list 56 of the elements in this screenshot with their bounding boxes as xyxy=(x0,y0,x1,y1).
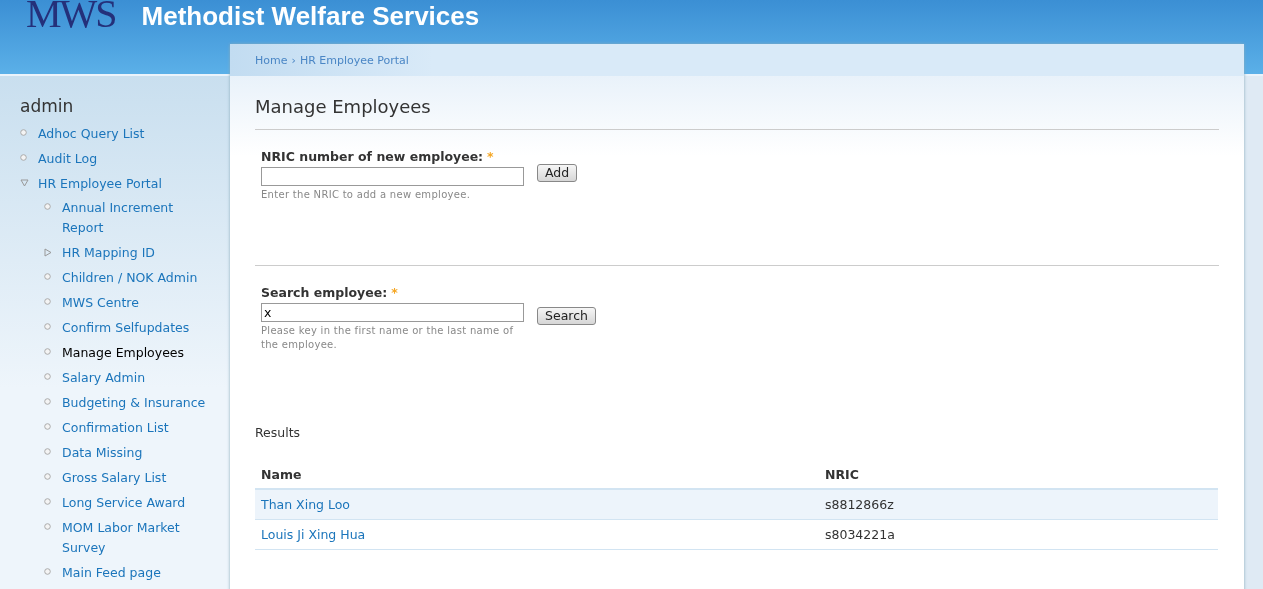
sidebar-link[interactable]: Long Service Award xyxy=(62,493,212,513)
bullet-icon xyxy=(44,523,51,530)
sidebar-link[interactable]: Audit Log xyxy=(38,149,188,169)
expanded-triangle-icon[interactable] xyxy=(20,179,29,187)
sidebar-link[interactable]: Budgeting & Insurance xyxy=(62,393,212,413)
sidebar-link[interactable]: Confirm Selfupdates xyxy=(62,318,212,338)
site-title: Methodist Welfare Services xyxy=(141,1,480,32)
employee-link[interactable]: Than Xing Loo xyxy=(261,497,351,512)
breadcrumb-link[interactable]: Home xyxy=(255,53,288,67)
sidebar-link[interactable]: Children / NOK Admin xyxy=(62,268,212,288)
bullet-icon xyxy=(44,323,51,330)
breadcrumb-separator: › xyxy=(291,53,296,67)
table-cell: s8812866z xyxy=(819,489,1218,520)
sidebar-link[interactable]: HR Mapping ID xyxy=(62,243,212,263)
sidebar-link[interactable]: Gross Salary List xyxy=(62,468,212,488)
bullet-icon xyxy=(44,203,51,210)
bullet-icon xyxy=(44,473,51,480)
bullet-icon xyxy=(44,498,51,505)
input-field[interactable]: x xyxy=(261,303,524,322)
sidebar-link[interactable]: MWS Centre xyxy=(62,293,212,313)
bullet-icon xyxy=(20,154,27,161)
table-cell: s8034221a xyxy=(819,519,1218,550)
collapsed-triangle-icon[interactable] xyxy=(44,248,52,257)
sidebar-link[interactable]: Data Missing xyxy=(62,443,212,463)
bullet-icon xyxy=(44,568,51,575)
bullet-icon xyxy=(44,298,51,305)
bullet-icon xyxy=(44,398,51,405)
sidebar-link[interactable]: Main Feed page xyxy=(62,563,212,583)
field-label: NRIC number of new employee: xyxy=(261,149,484,164)
bullet-icon xyxy=(20,129,27,136)
field-description: Enter the NRIC to add a new employee. xyxy=(261,188,472,202)
sidebar-link[interactable]: Manage Employees xyxy=(62,343,212,363)
sidebar-link[interactable]: Confirmation List xyxy=(62,418,212,438)
submit-button[interactable]: Add xyxy=(537,164,578,182)
sidebar-link[interactable]: Annual Increment Report xyxy=(62,198,212,238)
sidebar-title: admin xyxy=(20,96,75,116)
sidebar-link[interactable]: HR Employee Portal xyxy=(38,174,188,194)
bullet-icon xyxy=(44,348,51,355)
bullet-icon xyxy=(44,423,51,430)
sidebar-link[interactable]: Adhoc Query List xyxy=(38,124,188,144)
input-field[interactable] xyxy=(261,167,524,186)
submit-button[interactable]: Search xyxy=(537,307,596,325)
employee-link[interactable]: Louis Ji Xing Hua xyxy=(261,527,366,542)
required-mark: * xyxy=(391,285,398,300)
bullet-icon xyxy=(44,448,51,455)
bullet-icon xyxy=(44,373,51,380)
field-description: Please key in the first name or the last name of the employee. xyxy=(261,324,515,352)
page-title: Manage Employees xyxy=(255,96,432,117)
results-title: Results xyxy=(255,425,302,440)
required-mark: * xyxy=(487,149,494,164)
field-label: Search employee: xyxy=(261,285,388,300)
sidebar-link[interactable]: Salary Admin xyxy=(62,368,212,388)
bullet-icon xyxy=(44,273,51,280)
sidebar-link[interactable]: MOM Labor Market Survey xyxy=(62,518,212,558)
logo: MWS xyxy=(26,0,117,34)
breadcrumb-link[interactable]: HR Employee Portal xyxy=(299,53,409,67)
